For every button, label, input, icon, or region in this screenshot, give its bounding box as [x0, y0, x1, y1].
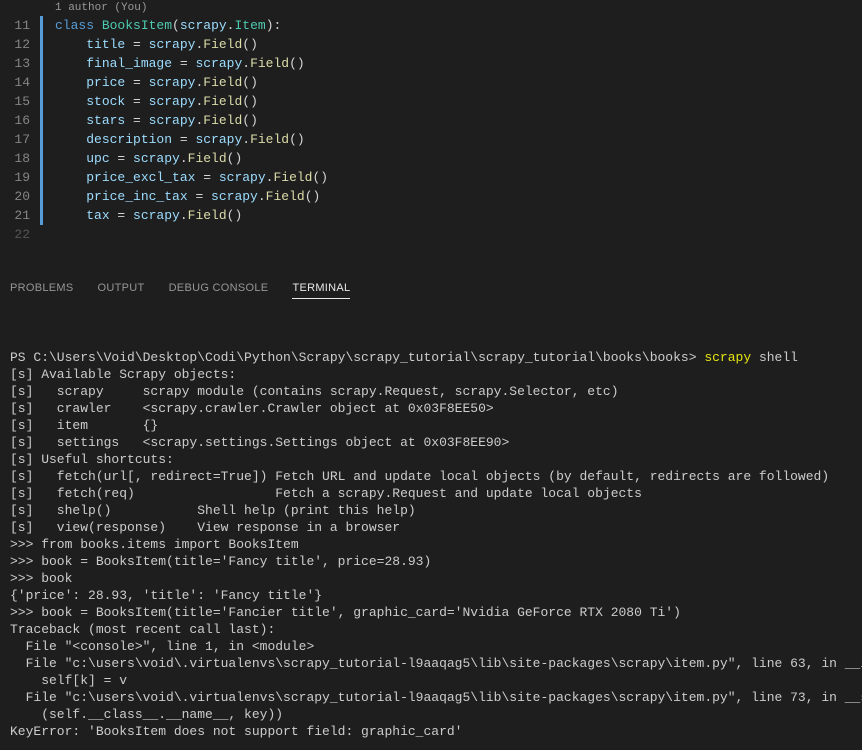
codelens-author[interactable]: 1 author (You)	[0, 0, 862, 16]
line-number: 22	[0, 225, 40, 244]
code-line[interactable]: 20 price_inc_tax = scrapy.Field()	[0, 187, 862, 206]
code-content[interactable]: class BooksItem(scrapy.Item):	[55, 16, 281, 35]
code-content[interactable]: title = scrapy.Field()	[55, 35, 258, 54]
terminal-prompt-line[interactable]: PS C:\Users\Void\Desktop\Codi\Python\Scr…	[10, 349, 852, 366]
line-number: 15	[0, 92, 40, 111]
line-number: 18	[0, 149, 40, 168]
gutter-indicator	[40, 225, 43, 244]
panel-tab-problems[interactable]: PROBLEMS	[10, 282, 74, 294]
code-content[interactable]: price = scrapy.Field()	[55, 73, 258, 92]
line-number: 19	[0, 168, 40, 187]
line-number: 11	[0, 16, 40, 35]
terminal-line: Traceback (most recent call last):	[10, 621, 852, 638]
gutter-indicator	[40, 111, 43, 130]
terminal-line: [s] settings <scrapy.settings.Settings o…	[10, 434, 852, 451]
line-number: 17	[0, 130, 40, 149]
terminal-line: [s] item {}	[10, 417, 852, 434]
terminal-line: [s] Available Scrapy objects:	[10, 366, 852, 383]
gutter-indicator	[40, 35, 43, 54]
code-content[interactable]: tax = scrapy.Field()	[55, 206, 242, 225]
terminal-line: >>> from books.items import BooksItem	[10, 536, 852, 553]
terminal-line: [s] fetch(req) Fetch a scrapy.Request an…	[10, 485, 852, 502]
terminal-line: {'price': 28.93, 'title': 'Fancy title'}	[10, 587, 852, 604]
line-number: 12	[0, 35, 40, 54]
code-line[interactable]: 14 price = scrapy.Field()	[0, 73, 862, 92]
gutter-indicator	[40, 92, 43, 111]
code-content[interactable]: price_excl_tax = scrapy.Field()	[55, 168, 328, 187]
code-content[interactable]: final_image = scrapy.Field()	[55, 54, 305, 73]
gutter-indicator	[40, 54, 43, 73]
terminal-line: >>> book = BooksItem(title='Fancy title'…	[10, 553, 852, 570]
code-content[interactable]: stock = scrapy.Field()	[55, 92, 258, 111]
gutter-indicator	[40, 149, 43, 168]
terminal-line: File "<console>", line 1, in <module>	[10, 638, 852, 655]
line-number: 20	[0, 187, 40, 206]
terminal-line: File "c:\users\void\.virtualenvs\scrapy_…	[10, 655, 852, 672]
prompt-command: scrapy	[704, 350, 751, 365]
code-content[interactable]: upc = scrapy.Field()	[55, 149, 242, 168]
terminal-line: self[k] = v	[10, 672, 852, 689]
terminal-line	[10, 315, 852, 332]
terminal-line: File "c:\users\void\.virtualenvs\scrapy_…	[10, 689, 852, 706]
gutter-indicator	[40, 16, 43, 35]
line-number: 21	[0, 206, 40, 225]
gutter-indicator	[40, 206, 43, 225]
terminal-line: >>> book = BooksItem(title='Fancier titl…	[10, 604, 852, 621]
gutter-indicator	[40, 130, 43, 149]
terminal-line: [s] view(response) View response in a br…	[10, 519, 852, 536]
prompt-path: PS C:\Users\Void\Desktop\Codi\Python\Scr…	[10, 350, 704, 365]
line-number: 13	[0, 54, 40, 73]
terminal-line: [s] crawler <scrapy.crawler.Crawler obje…	[10, 400, 852, 417]
panel-tabs: PROBLEMS OUTPUT DEBUG CONSOLE TERMINAL	[0, 272, 862, 305]
gutter-indicator	[40, 168, 43, 187]
gutter-indicator	[40, 187, 43, 206]
code-line[interactable]: 18 upc = scrapy.Field()	[0, 149, 862, 168]
terminal-line	[10, 332, 852, 349]
code-line[interactable]: 19 price_excl_tax = scrapy.Field()	[0, 168, 862, 187]
code-line[interactable]: 12 title = scrapy.Field()	[0, 35, 862, 54]
code-line[interactable]: 15 stock = scrapy.Field()	[0, 92, 862, 111]
terminal-line: KeyError: 'BooksItem does not support fi…	[10, 723, 852, 740]
code-line[interactable]: 16 stars = scrapy.Field()	[0, 111, 862, 130]
terminal-line: [s] shelp() Shell help (print this help)	[10, 502, 852, 519]
panel-tab-terminal[interactable]: TERMINAL	[292, 282, 350, 299]
terminal-line: [s] scrapy scrapy module (contains scrap…	[10, 383, 852, 400]
terminal-panel[interactable]: PS C:\Users\Void\Desktop\Codi\Python\Scr…	[0, 305, 862, 750]
line-number: 16	[0, 111, 40, 130]
terminal-line: [s] Useful shortcuts:	[10, 451, 852, 468]
code-line[interactable]: 21 tax = scrapy.Field()	[0, 206, 862, 225]
code-content[interactable]: description = scrapy.Field()	[55, 130, 305, 149]
terminal-line: [s] fetch(url[, redirect=True]) Fetch UR…	[10, 468, 852, 485]
code-line[interactable]: 17 description = scrapy.Field()	[0, 130, 862, 149]
gutter-indicator	[40, 73, 43, 92]
code-body[interactable]: 11class BooksItem(scrapy.Item):12 title …	[0, 16, 862, 244]
terminal-line: (self.__class__.__name__, key))	[10, 706, 852, 723]
terminal-output[interactable]: PS C:\Users\Void\Desktop\Codi\Python\Scr…	[10, 315, 852, 740]
code-line[interactable]: 22	[0, 225, 862, 244]
panel-tab-debug-console[interactable]: DEBUG CONSOLE	[169, 282, 269, 294]
code-line[interactable]: 13 final_image = scrapy.Field()	[0, 54, 862, 73]
panel-tab-output[interactable]: OUTPUT	[98, 282, 145, 294]
code-content[interactable]: price_inc_tax = scrapy.Field()	[55, 187, 320, 206]
prompt-arg: shell	[751, 350, 798, 365]
terminal-line: >>> book	[10, 570, 852, 587]
line-number: 14	[0, 73, 40, 92]
code-editor[interactable]: 1 author (You) 11 class BooksItem(scrapy.…	[0, 0, 862, 262]
code-line[interactable]: 11 class BooksItem(scrapy.Item):	[0, 16, 862, 35]
code-content[interactable]: stars = scrapy.Field()	[55, 111, 258, 130]
